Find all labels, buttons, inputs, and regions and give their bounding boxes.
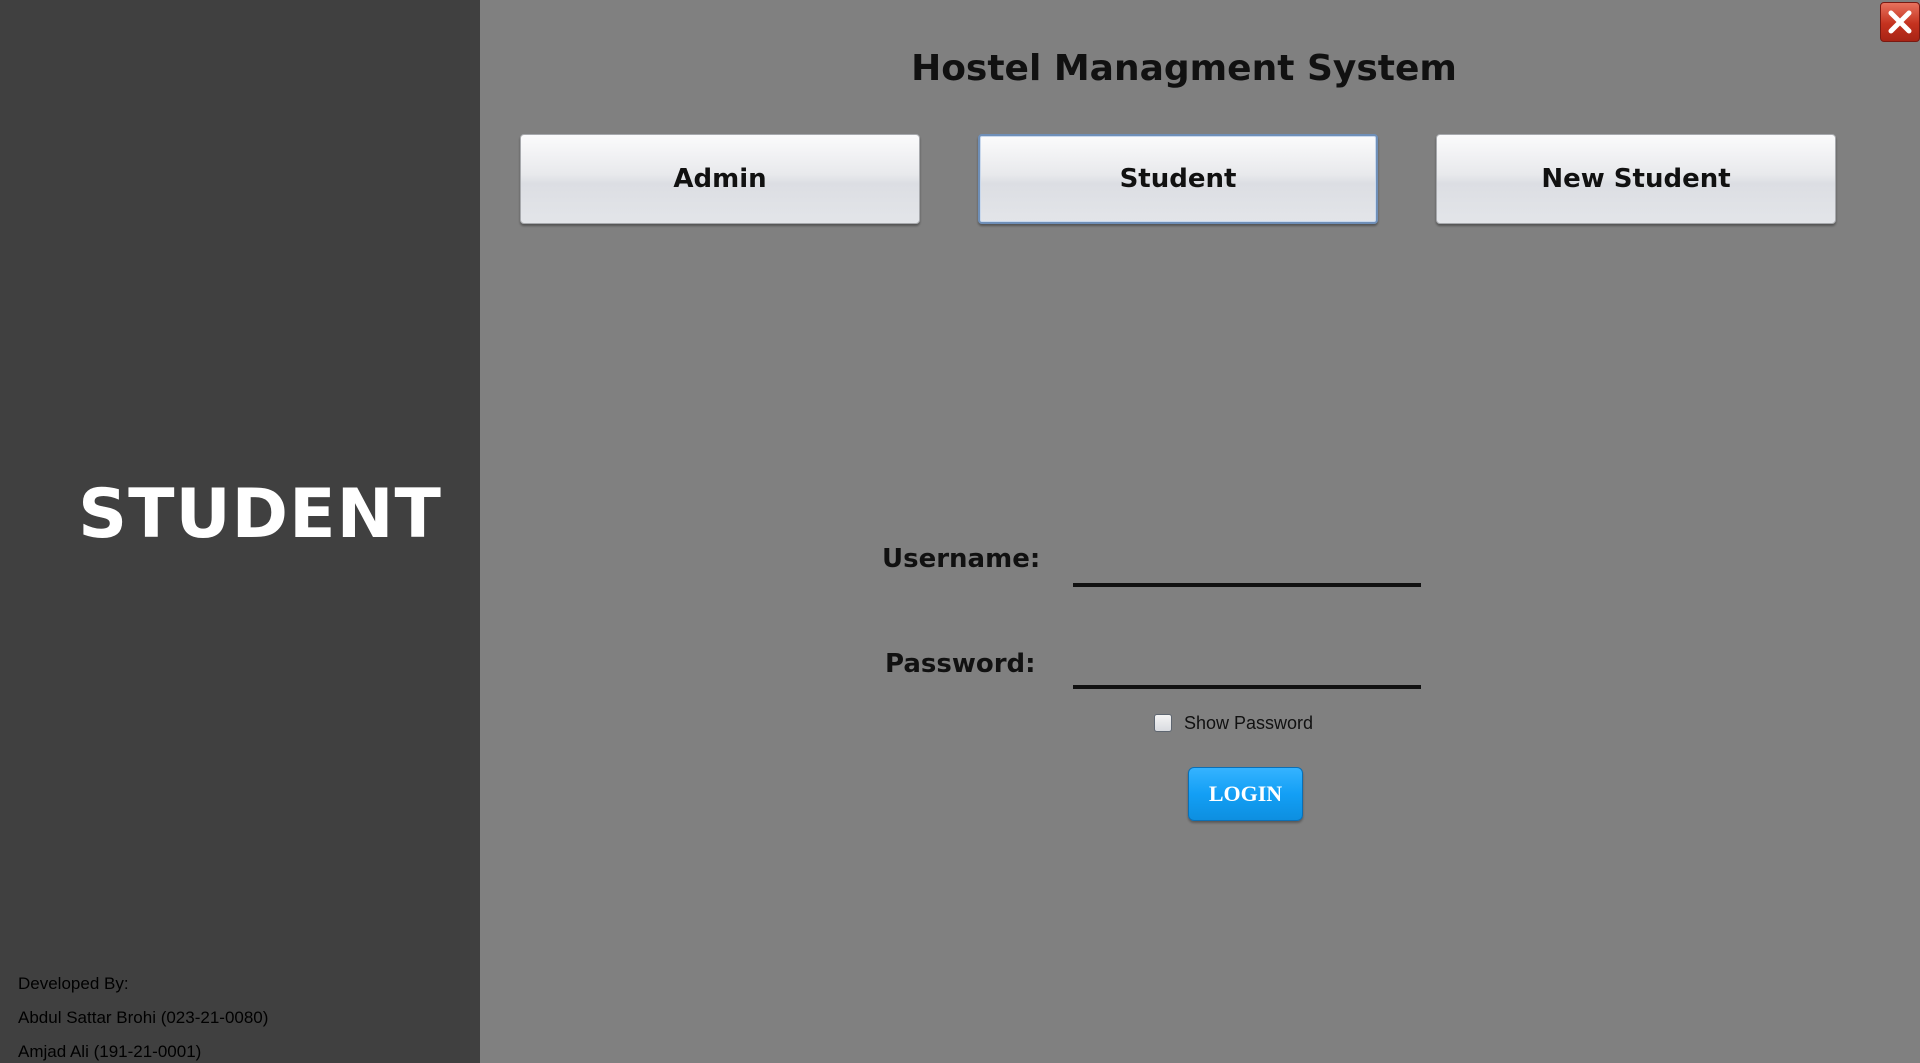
show-password-toggle[interactable]: Show Password xyxy=(1154,711,1313,735)
admin-button[interactable]: Admin xyxy=(520,134,920,224)
show-password-checkbox[interactable] xyxy=(1154,714,1172,732)
password-input[interactable] xyxy=(1073,645,1421,689)
username-label: Username: xyxy=(882,544,1041,574)
close-button[interactable] xyxy=(1880,2,1920,42)
developer-credits: Developed By: Abdul Sattar Brohi (023-21… xyxy=(18,972,268,1063)
student-button[interactable]: Student xyxy=(978,134,1378,224)
show-password-label: Show Password xyxy=(1184,712,1314,733)
password-label: Password: xyxy=(885,649,1036,679)
close-icon xyxy=(1888,10,1912,34)
login-button[interactable]: LOGIN xyxy=(1188,767,1303,821)
developer-name: Amjad Ali (191-21-0001) xyxy=(18,1042,202,1061)
username-input[interactable] xyxy=(1073,543,1421,587)
credits-heading: Developed By: xyxy=(18,974,129,993)
sidebar: STUDENT Developed By: Abdul Sattar Brohi… xyxy=(0,0,480,1063)
developer-name: Abdul Sattar Brohi (023-21-0080) xyxy=(18,1008,269,1027)
new-student-button[interactable]: New Student xyxy=(1436,134,1836,224)
app-window: STUDENT Developed By: Abdul Sattar Brohi… xyxy=(0,0,1920,1063)
sidebar-title: STUDENT xyxy=(78,475,442,554)
app-title: Hostel Managment System xyxy=(911,48,1457,89)
